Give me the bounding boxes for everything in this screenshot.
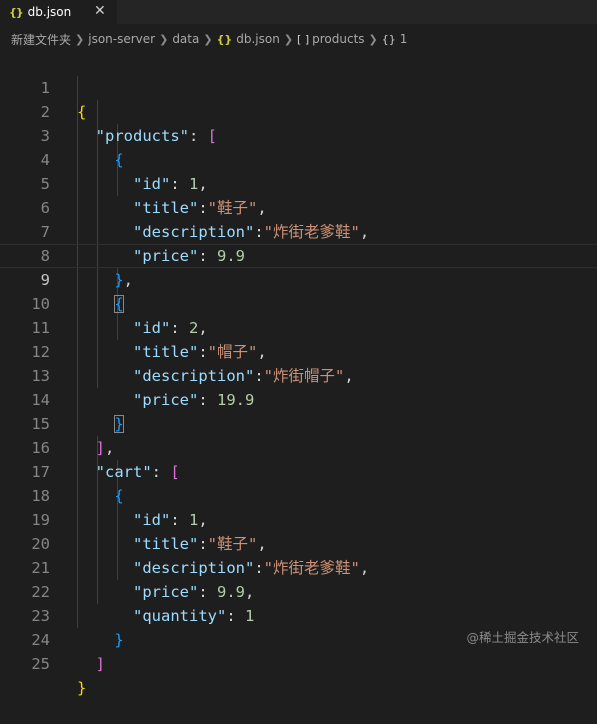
breadcrumb-products[interactable]: products xyxy=(312,32,364,46)
code-line: 2 "products": [ xyxy=(0,76,597,145)
object-icon: {} xyxy=(381,32,396,46)
chevron-right-icon: ❯ xyxy=(203,32,213,46)
breadcrumb-db-json[interactable]: db.json xyxy=(236,32,280,46)
code-line: 18 "id": 1, xyxy=(0,460,597,529)
code-line: 19 "title":"鞋子", xyxy=(0,484,597,553)
code-line: 6 "description":"炸街老爹鞋", xyxy=(0,172,597,241)
code-text: ] xyxy=(95,655,106,673)
json-file-icon: {} xyxy=(9,5,24,19)
close-icon[interactable]: ✕ xyxy=(94,3,106,19)
code-line: 20 "description":"炸街老爹鞋", xyxy=(0,508,597,577)
code-line: 3 { xyxy=(0,100,597,169)
tab-bar: {} db.json ✕ xyxy=(0,0,597,24)
code-line: 21 "price": 9.9, xyxy=(0,532,597,601)
chevron-right-icon: ❯ xyxy=(159,32,169,46)
code-line: 8 }, xyxy=(0,220,597,289)
code-line-active: 9 { xyxy=(0,244,597,313)
code-line: 7 "price": 9.9 xyxy=(0,196,597,265)
tab-db-json[interactable]: {} db.json ✕ xyxy=(0,0,117,24)
breadcrumb-data[interactable]: data xyxy=(172,32,199,46)
breadcrumb-json-server[interactable]: json-server xyxy=(88,32,155,46)
code-line: 23 } xyxy=(0,580,597,649)
code-line: 1 { xyxy=(0,52,597,121)
chevron-right-icon: ❯ xyxy=(75,32,85,46)
line-number: 25 xyxy=(31,655,50,673)
array-icon: [ ] xyxy=(297,32,310,46)
watermark: @稀土掘金技术社区 xyxy=(466,630,579,645)
breadcrumb-item-1[interactable]: 1 xyxy=(400,32,408,46)
breadcrumb: 新建文件夹 ❯ json-server ❯ data ❯ {} db.json … xyxy=(0,28,597,50)
code-line: 10 "id": 2, xyxy=(0,268,597,337)
code-line: 13 "price": 19.9 xyxy=(0,340,597,409)
code-line: 5 "title":"鞋子", xyxy=(0,148,597,217)
json-file-icon: {} xyxy=(216,32,233,46)
code-line: 11 "title":"帽子", xyxy=(0,292,597,361)
code-line: 22 "quantity": 1 xyxy=(0,556,597,625)
code-text: } xyxy=(77,679,87,697)
code-line: 14 } xyxy=(0,364,597,433)
code-line: 15 ], xyxy=(0,388,597,457)
code-editor[interactable]: 1 { 2 "products": [ 3 { 4 "id": 1, 5 "ti… xyxy=(0,52,597,697)
tab-label: db.json xyxy=(27,5,72,19)
chevron-right-icon: ❯ xyxy=(283,32,294,46)
code-line: 24 ] xyxy=(0,604,597,673)
code-line: 16 "cart": [ xyxy=(0,412,597,481)
code-line: 12 "description":"炸街帽子", xyxy=(0,316,597,385)
code-line: 17 { xyxy=(0,436,597,505)
chevron-right-icon: ❯ xyxy=(368,32,378,46)
breadcrumb-folder[interactable]: 新建文件夹 xyxy=(11,31,71,48)
code-line: 4 "id": 1, xyxy=(0,124,597,193)
